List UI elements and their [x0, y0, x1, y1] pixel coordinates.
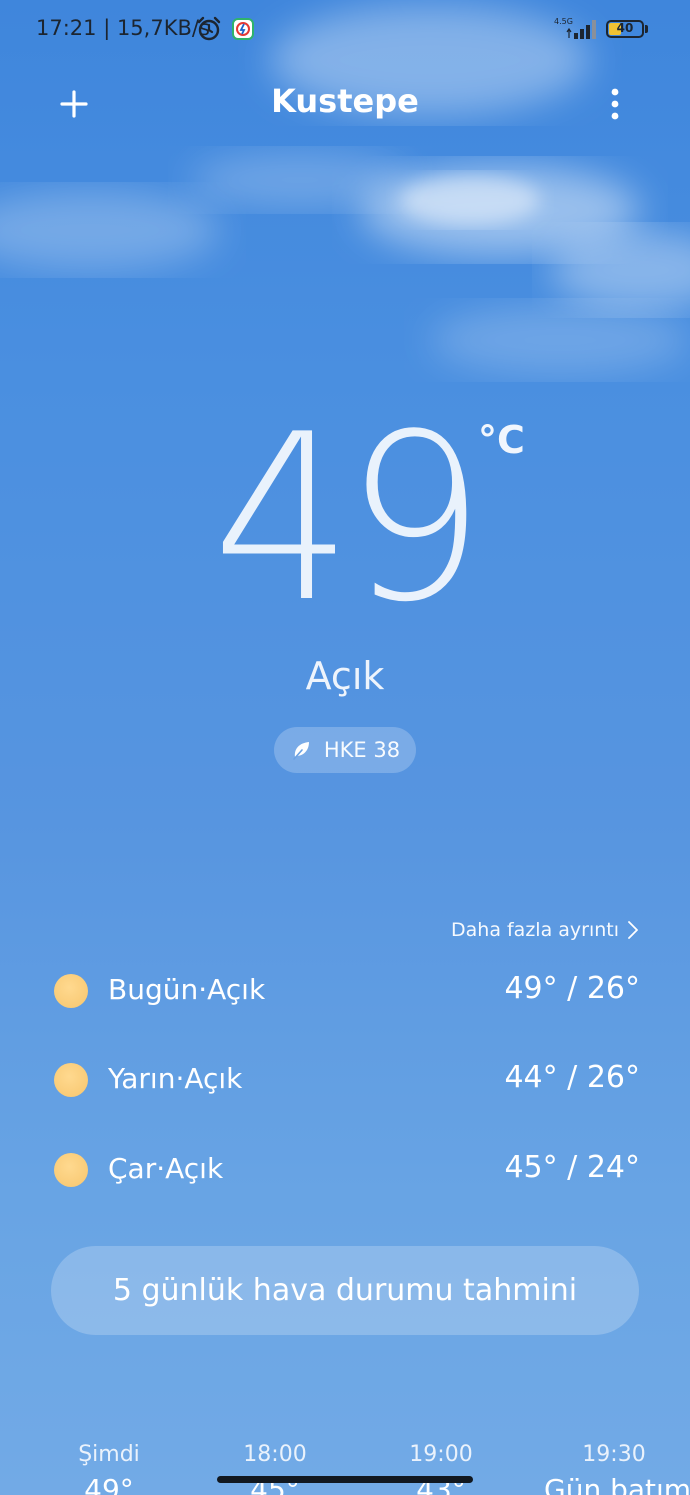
battery-text: 40	[616, 21, 634, 35]
hourly-item: Şimdi 49°	[39, 1442, 179, 1495]
home-indicator[interactable]	[217, 1476, 473, 1483]
battery-nub	[645, 25, 648, 33]
current-temperature: 49	[212, 386, 485, 653]
hourly-time: Şimdi	[78, 1442, 140, 1467]
signal-icon	[566, 20, 596, 39]
forecast-day-label: Bugün·Açık	[108, 973, 266, 1006]
forecast-day-label: Yarın·Açık	[108, 1062, 243, 1095]
chevron-right-icon	[628, 921, 638, 939]
more-options-button[interactable]	[600, 84, 630, 124]
alarm-icon	[197, 16, 221, 41]
forecast-day-row[interactable]: Çar·Açık 45° / 24°	[54, 1150, 640, 1190]
forecast-day-temps: 45° / 24°	[504, 1150, 640, 1185]
hourly-time: 19:00	[409, 1442, 473, 1467]
battery-icon: 40	[606, 20, 644, 38]
hourly-time: 18:00	[243, 1442, 307, 1467]
hourly-item: 19:30 Gün batımı	[544, 1442, 690, 1495]
hourly-value: 49°	[84, 1473, 134, 1495]
sun-icon	[54, 1153, 88, 1187]
more-details-label: Daha fazla ayrıntı	[451, 919, 620, 941]
city-title: Kustepe	[271, 82, 419, 120]
temperature-unit: °C	[478, 418, 525, 462]
sun-icon	[54, 974, 88, 1008]
hourly-value: Gün batımı	[544, 1473, 690, 1495]
forecast-day-temps: 49° / 26°	[504, 971, 640, 1006]
hourly-item: 19:00 43°	[371, 1442, 511, 1495]
aqi-text: HKE 38	[323, 738, 401, 762]
forecast-day-label: Çar·Açık	[108, 1152, 224, 1185]
forecast-day-row[interactable]: Yarın·Açık 44° / 26°	[54, 1060, 640, 1100]
app-notification-icon	[232, 18, 254, 40]
status-time: 17:21 | 15,7KB/s	[36, 16, 210, 40]
more-details-link[interactable]: Daha fazla ayrıntı	[451, 919, 639, 941]
hourly-time: 19:30	[582, 1442, 646, 1467]
leaf-icon	[293, 742, 309, 760]
hourly-item: 18:00 45°	[205, 1442, 345, 1495]
five-day-forecast-button[interactable]: 5 günlük hava durumu tahmini	[51, 1246, 639, 1335]
forecast-day-temps: 44° / 26°	[504, 1060, 640, 1095]
aqi-badge[interactable]: HKE 38	[274, 727, 416, 773]
sun-icon	[54, 1063, 88, 1097]
forecast-day-row[interactable]: Bugün·Açık 49° / 26°	[54, 971, 640, 1011]
current-condition: Açık	[305, 654, 385, 698]
